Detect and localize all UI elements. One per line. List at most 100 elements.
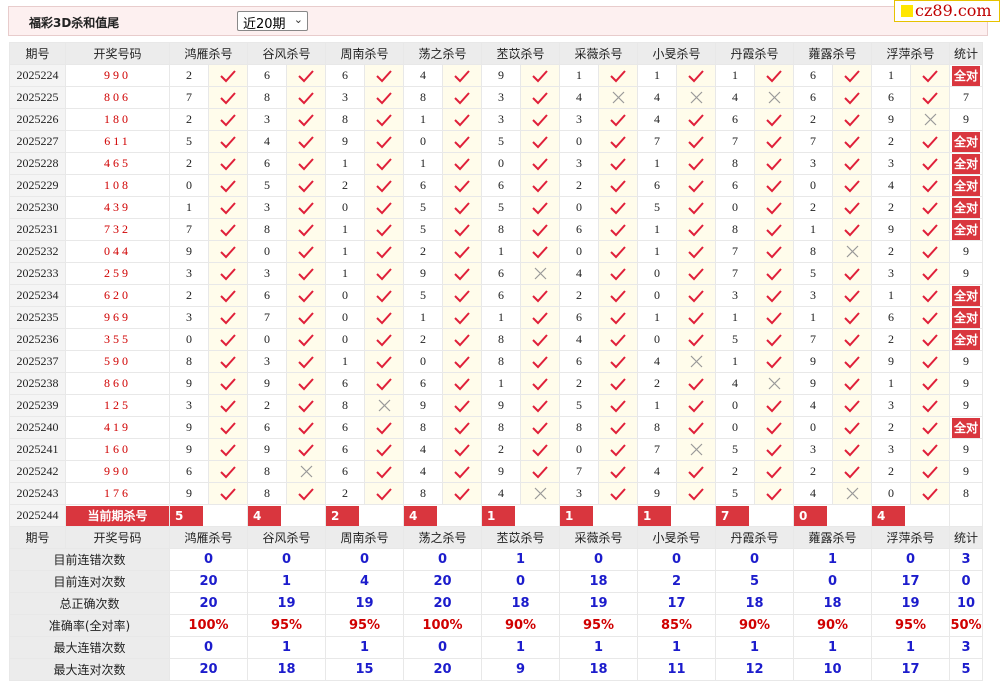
check-icon — [754, 130, 794, 153]
kill-number-cell: 7 — [793, 130, 833, 153]
kill-number-cell: 2 — [169, 64, 209, 87]
check-icon — [286, 86, 326, 109]
kill-number-cell: 3 — [325, 86, 365, 109]
kill-number-cell: 2 — [871, 240, 911, 263]
summary-value: 20 — [403, 658, 482, 681]
period-cell: 2025225 — [9, 86, 66, 109]
check-icon — [208, 130, 248, 153]
check-icon — [598, 240, 638, 263]
table-row: 2025236 355 0 0 0 2 8 4 0 5 7 2 全对 — [9, 328, 983, 351]
draw-number-cell: 419 — [65, 416, 170, 439]
kill-number-cell: 0 — [793, 416, 833, 439]
check-icon — [520, 394, 560, 417]
kill-number-cell: 8 — [481, 328, 521, 351]
check-icon — [286, 328, 326, 351]
site-logo-text: cz89.com — [915, 1, 992, 20]
draw-number-cell: 176 — [65, 482, 170, 505]
check-icon — [364, 328, 404, 351]
header-period: 期号 — [9, 42, 66, 65]
kill-number-cell: 3 — [871, 262, 911, 285]
check-icon — [676, 152, 716, 175]
table-row: 2025230 439 1 3 0 5 5 0 5 0 2 2 全对 — [9, 196, 983, 219]
summary-value: 1 — [481, 548, 560, 571]
table-row: 2025235 969 3 7 0 1 1 6 1 1 1 6 全对 — [9, 306, 983, 329]
check-icon — [910, 284, 950, 307]
all-correct-badge: 全对 — [949, 130, 983, 153]
check-icon — [676, 64, 716, 87]
period-cell: 2025239 — [9, 394, 66, 417]
header-stats: 统计 — [949, 526, 983, 549]
all-correct-label: 全对 — [951, 329, 980, 350]
check-icon — [754, 350, 794, 373]
summary-value: 0 — [247, 548, 326, 571]
kill-number-cell: 5 — [403, 284, 443, 307]
all-correct-label: 全对 — [951, 197, 980, 218]
kill-number-cell: 9 — [169, 372, 209, 395]
all-correct-badge: 全对 — [949, 284, 983, 307]
header-draw: 开奖号码 — [65, 526, 170, 549]
kill-number-cell: 6 — [715, 108, 755, 131]
kill-number-cell: 0 — [247, 240, 287, 263]
summary-value: 19 — [247, 592, 326, 615]
period-range-select[interactable]: 近20期 ⌄ — [237, 11, 308, 32]
check-icon — [286, 174, 326, 197]
check-icon — [286, 438, 326, 461]
kill-number-cell: 1 — [715, 306, 755, 329]
kill-number-cell: 1 — [559, 64, 599, 87]
summary-value: 10 — [793, 658, 872, 681]
cross-icon — [832, 482, 872, 505]
summary-value: 10 — [949, 592, 983, 615]
table-row: 2025243 176 9 8 2 8 4 3 9 5 4 0 8 — [9, 482, 983, 505]
check-icon — [754, 174, 794, 197]
kill-number-cell: 1 — [637, 152, 677, 175]
kill-number-cell: 6 — [481, 174, 521, 197]
check-icon — [520, 86, 560, 109]
kill-number-cell: 5 — [481, 196, 521, 219]
kill-number-cell: 9 — [793, 372, 833, 395]
cross-icon — [832, 240, 872, 263]
kill-number-cell: 9 — [403, 262, 443, 285]
check-icon — [910, 64, 950, 87]
cross-icon — [598, 86, 638, 109]
current-kill-number: 1 — [482, 505, 515, 526]
kill-number-cell: 0 — [637, 328, 677, 351]
check-icon — [208, 108, 248, 131]
check-icon — [598, 196, 638, 219]
table-row: 2025241 160 9 9 6 4 2 0 7 5 3 3 9 — [9, 438, 983, 461]
cross-icon — [676, 86, 716, 109]
kill-number-cell: 2 — [871, 196, 911, 219]
check-icon — [286, 218, 326, 241]
kill-number-cell: 2 — [169, 152, 209, 175]
check-icon — [520, 350, 560, 373]
check-icon — [286, 306, 326, 329]
period-cell: 2025235 — [9, 306, 66, 329]
kill-number-cell: 3 — [559, 152, 599, 175]
period-cell: 2025229 — [9, 174, 66, 197]
kill-number-cell: 0 — [559, 438, 599, 461]
kill-number-cell: 3 — [715, 284, 755, 307]
kill-number-cell: 1 — [871, 372, 911, 395]
kill-number-cell: 4 — [559, 328, 599, 351]
header-expert: 蕹露杀号 — [793, 42, 872, 65]
kill-number-cell: 9 — [169, 240, 209, 263]
period-cell: 2025238 — [9, 372, 66, 395]
kill-number-cell: 7 — [637, 438, 677, 461]
summary-value: 95% — [871, 614, 950, 637]
all-correct-label: 全对 — [951, 307, 980, 328]
site-logo[interactable]: cz89.com — [894, 0, 1000, 22]
check-icon — [598, 460, 638, 483]
summary-value: 1 — [325, 636, 404, 659]
kill-number-cell: 8 — [481, 350, 521, 373]
period-cell: 2025234 — [9, 284, 66, 307]
kill-number-cell: 0 — [325, 328, 365, 351]
summary-value: 19 — [325, 592, 404, 615]
header-expert: 蕹露杀号 — [793, 526, 872, 549]
stat-cell: 9 — [949, 350, 983, 373]
kill-number-cell: 8 — [325, 394, 365, 417]
summary-value: 1 — [247, 570, 326, 593]
summary-value: 18 — [793, 592, 872, 615]
kill-number-cell: 8 — [793, 240, 833, 263]
check-icon — [520, 416, 560, 439]
check-icon — [598, 130, 638, 153]
check-icon — [286, 152, 326, 175]
